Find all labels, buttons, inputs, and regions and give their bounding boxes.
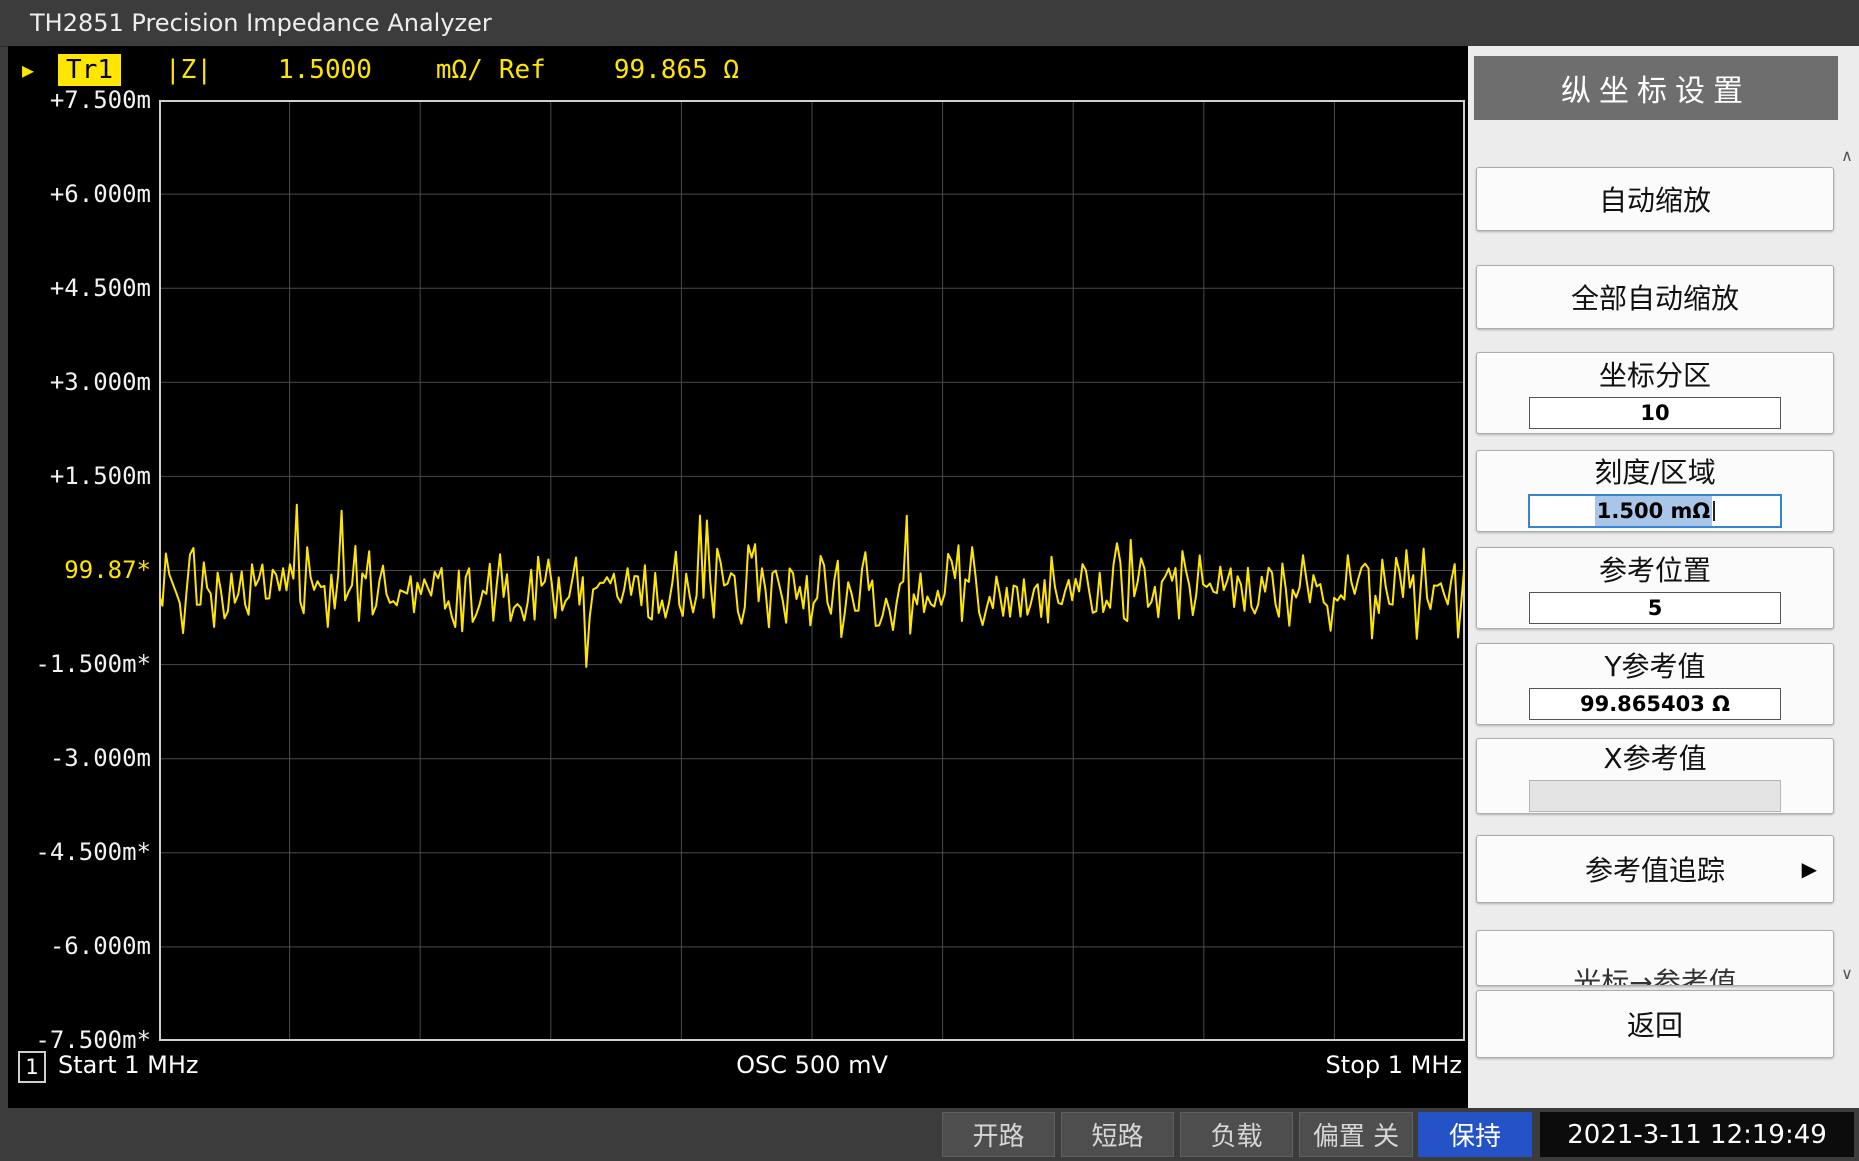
short-circuit-button[interactable]: 短路 (1061, 1112, 1174, 1157)
autoscale-all-label: 全部自动缩放 (1571, 277, 1739, 317)
window-title: TH2851 Precision Impedance Analyzer (30, 9, 492, 37)
scale-per-division-button[interactable]: 刻度/区域 1.500 mΩ (1476, 450, 1834, 532)
panel-title: 纵坐标设置 (1474, 56, 1838, 120)
load-label: 负载 (1210, 1116, 1262, 1153)
y-reference-button[interactable]: Y参考值 99.865403 Ω (1476, 643, 1834, 725)
y-tick-label: +6.000m (50, 179, 151, 209)
osc-level-label: OSC 500 mV (159, 1051, 1465, 1079)
scroll-up-icon[interactable]: ∧ (1839, 146, 1855, 165)
y-axis-labels: +7.500m +6.000m +4.500m +3.000m +1.500m … (8, 46, 155, 1108)
open-circuit-button[interactable]: 开路 (942, 1112, 1055, 1157)
cursor-to-reference-label: 光标→参考值 (1573, 961, 1736, 986)
y-tick-label: -4.500m* (35, 837, 151, 867)
x-stop-label: Stop 1 MHz (1326, 1051, 1462, 1079)
trace-ref-label: Ref (499, 55, 546, 85)
datetime-display: 2021-3-11 12:19:49 (1540, 1112, 1854, 1157)
short-circuit-label: 短路 (1091, 1116, 1143, 1153)
cursor-to-reference-button[interactable]: 光标→参考值 (1476, 930, 1834, 986)
trace-function-label: |Z| (165, 55, 212, 85)
reference-position-label: 参考位置 (1599, 553, 1711, 589)
trace-scale-unit: mΩ/ (436, 55, 483, 85)
trace-scale-value: 1.5000 (278, 55, 372, 85)
hold-button[interactable]: 保持 (1418, 1112, 1532, 1157)
submenu-arrow-icon: ▶ (1802, 857, 1817, 881)
load-button[interactable]: 负载 (1180, 1112, 1293, 1157)
x-reference-label: X参考值 (1603, 741, 1706, 777)
y-tick-label: +7.500m (50, 85, 151, 115)
bottom-toolbar: 开路 短路 负载 偏置 关 保持 2021-3-11 12:19:49 (0, 1108, 1859, 1161)
divisions-input[interactable]: 10 (1529, 397, 1781, 429)
y-tick-label: -3.000m (50, 743, 151, 773)
reference-tracking-button[interactable]: 参考值追踪 ▶ (1476, 835, 1834, 903)
divisions-button[interactable]: 坐标分区 10 (1476, 352, 1834, 434)
scroll-down-icon[interactable]: ∨ (1839, 964, 1855, 983)
selected-text: 1.500 mΩ (1595, 496, 1712, 526)
scale-per-division-input[interactable]: 1.500 mΩ (1528, 494, 1782, 528)
bias-off-button[interactable]: 偏置 关 (1299, 1112, 1413, 1157)
plot-region: ▶ Tr1 |Z| 1.5000 mΩ/ Ref 99.865 Ω +7.500… (8, 46, 1468, 1108)
y-axis-settings-panel: 纵坐标设置 ∧ ∨ 自动缩放 全部自动缩放 坐标分区 10 刻度/区域 1.50… (1468, 46, 1859, 1108)
y-reference-label: 99.87* (64, 555, 151, 585)
y-tick-label: +4.500m (50, 273, 151, 303)
app-window: TH2851 Precision Impedance Analyzer ▶ Tr… (0, 0, 1859, 1161)
autoscale-button[interactable]: 自动缩放 (1476, 167, 1834, 231)
channel-indicator: 1 (18, 1051, 46, 1083)
y-tick-label: -1.500m* (35, 649, 151, 679)
autoscale-all-button[interactable]: 全部自动缩放 (1476, 265, 1834, 329)
y-reference-input[interactable]: 99.865403 Ω (1529, 688, 1781, 720)
y-tick-label: +3.000m (50, 367, 151, 397)
back-button[interactable]: 返回 (1476, 990, 1834, 1058)
text-caret (1713, 501, 1715, 521)
x-axis: 1 Start 1 MHz OSC 500 mV Stop 1 MHz (8, 1049, 1468, 1085)
titlebar: TH2851 Precision Impedance Analyzer (0, 0, 1859, 47)
hold-label: 保持 (1449, 1116, 1501, 1153)
y-reference-label: Y参考值 (1604, 649, 1705, 685)
back-label: 返回 (1627, 1004, 1683, 1044)
trace-ref-value: 99.865 Ω (614, 55, 739, 85)
x-reference-button[interactable]: X参考值 (1476, 738, 1834, 814)
y-tick-label: +1.500m (50, 461, 151, 491)
reference-tracking-label: 参考值追踪 (1585, 849, 1725, 889)
bias-off-label: 偏置 关 (1313, 1116, 1399, 1153)
reference-position-input[interactable]: 5 (1529, 592, 1781, 624)
x-reference-input[interactable] (1529, 780, 1781, 812)
open-circuit-label: 开路 (972, 1116, 1024, 1153)
measurement-graph (159, 100, 1465, 1041)
autoscale-label: 自动缩放 (1599, 179, 1711, 219)
scale-per-division-label: 刻度/区域 (1594, 455, 1715, 491)
divisions-label: 坐标分区 (1599, 358, 1711, 394)
y-tick-label: -6.000m (50, 931, 151, 961)
reference-position-button[interactable]: 参考位置 5 (1476, 547, 1834, 629)
